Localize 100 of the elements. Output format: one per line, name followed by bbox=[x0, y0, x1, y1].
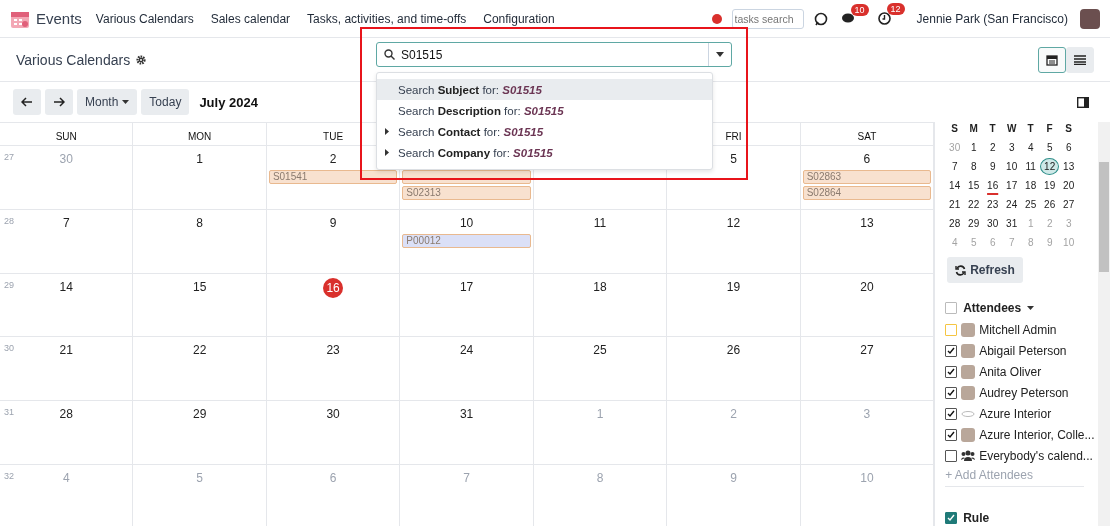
mini-day[interactable]: 2 bbox=[983, 139, 1003, 156]
mini-day[interactable]: 8 bbox=[964, 158, 984, 175]
previous-button[interactable] bbox=[13, 89, 41, 115]
attendee-name[interactable]: Azure Interior, Colle... bbox=[979, 427, 1095, 442]
checkbox[interactable] bbox=[945, 365, 958, 378]
tasks-search-field[interactable]: tasks search bbox=[731, 8, 804, 29]
caret-icon[interactable] bbox=[716, 52, 724, 57]
day-number[interactable]: 7 bbox=[62, 213, 70, 232]
mini-day[interactable]: 3 bbox=[1002, 139, 1022, 156]
day-number[interactable]: 24 bbox=[459, 341, 474, 360]
mini-day[interactable]: 15 bbox=[964, 177, 984, 194]
gear-icon[interactable] bbox=[136, 54, 147, 65]
menu-item[interactable]: Sales calendar bbox=[210, 11, 291, 26]
filter-title[interactable]: Rule bbox=[963, 511, 990, 525]
mini-day[interactable]: 4 bbox=[1021, 139, 1041, 156]
day-number[interactable]: 16 bbox=[323, 277, 344, 298]
mini-day[interactable]: 20 bbox=[1059, 177, 1079, 194]
attendee-name[interactable]: Audrey Peterson bbox=[979, 385, 1069, 400]
checkbox[interactable] bbox=[945, 407, 958, 420]
day-number[interactable]: 23 bbox=[326, 341, 340, 360]
search-suggestion[interactable]: Search Company for: S01515 bbox=[377, 142, 712, 163]
mini-day[interactable]: 1 bbox=[964, 139, 984, 156]
search-suggestion[interactable]: Search Subject for: S01515 bbox=[377, 79, 712, 100]
day-number[interactable]: 10 bbox=[459, 213, 474, 232]
checkbox[interactable] bbox=[945, 302, 958, 314]
menu-item[interactable]: Tasks, activities, and time-offs bbox=[307, 11, 467, 26]
list-view-button[interactable] bbox=[1066, 46, 1094, 73]
attendee-name[interactable]: Everybody's calend... bbox=[979, 448, 1093, 463]
mini-day[interactable]: 13 bbox=[1059, 158, 1079, 175]
attendee-name[interactable]: Abigail Peterson bbox=[979, 343, 1067, 358]
mini-day[interactable]: 25 bbox=[1021, 196, 1041, 213]
mini-day[interactable]: 30 bbox=[983, 215, 1003, 232]
expand-caret-icon[interactable] bbox=[385, 128, 389, 135]
checkbox[interactable] bbox=[945, 449, 958, 462]
day-number[interactable]: 27 bbox=[860, 341, 874, 360]
clock-icon[interactable] bbox=[877, 12, 891, 25]
expand-caret-icon[interactable] bbox=[385, 149, 389, 156]
mini-day[interactable]: 31 bbox=[1002, 215, 1022, 232]
day-number[interactable]: 18 bbox=[593, 277, 607, 296]
mini-day[interactable]: 22 bbox=[964, 196, 984, 213]
search-suggestion[interactable]: Search Contact for: S01515 bbox=[377, 121, 712, 142]
day-number[interactable]: 5 bbox=[730, 150, 737, 168]
day-number[interactable]: 22 bbox=[193, 341, 207, 360]
day-number[interactable]: 6 bbox=[863, 150, 871, 168]
attendee-name[interactable]: Anita Oliver bbox=[979, 364, 1042, 379]
mini-day[interactable]: 26 bbox=[1040, 196, 1060, 213]
day-number[interactable]: 17 bbox=[459, 277, 474, 296]
scale-dropdown[interactable]: Month bbox=[77, 89, 138, 115]
chat-bubble-icon[interactable] bbox=[813, 11, 828, 26]
mini-day[interactable]: 24 bbox=[1002, 196, 1022, 213]
mini-day[interactable]: 12 bbox=[1040, 158, 1060, 175]
mini-day[interactable]: 10 bbox=[1002, 158, 1022, 175]
mini-day[interactable]: 9 bbox=[983, 158, 1003, 175]
today-button[interactable]: Today bbox=[141, 89, 190, 115]
mini-day[interactable]: 5 bbox=[1040, 139, 1060, 156]
day-number[interactable]: 21 bbox=[59, 341, 73, 360]
mini-day[interactable]: 16 bbox=[983, 177, 1003, 194]
mini-day[interactable]: 21 bbox=[945, 196, 965, 213]
checkbox[interactable] bbox=[945, 428, 958, 441]
mini-day[interactable]: 27 bbox=[1059, 196, 1079, 213]
checkbox[interactable] bbox=[945, 344, 958, 357]
calendar-view-button[interactable] bbox=[1038, 46, 1066, 73]
mini-day[interactable]: 7 bbox=[945, 158, 965, 175]
filter-title[interactable]: Attendees bbox=[963, 301, 1022, 315]
day-number[interactable]: 2 bbox=[329, 150, 337, 168]
menu-item[interactable]: Various Calendars bbox=[95, 11, 194, 26]
search-suggestion[interactable]: Search Description for: S01515 bbox=[377, 100, 712, 121]
next-button[interactable] bbox=[45, 89, 73, 115]
mini-day[interactable]: 11 bbox=[1021, 158, 1041, 175]
refresh-button[interactable]: Refresh bbox=[947, 257, 1023, 283]
scrollbar[interactable] bbox=[1098, 122, 1110, 526]
checkbox[interactable] bbox=[945, 512, 958, 524]
day-number[interactable]: 28 bbox=[59, 405, 73, 424]
search-field[interactable]: S01515 bbox=[376, 42, 732, 67]
mini-day[interactable]: 18 bbox=[1021, 177, 1041, 194]
day-number[interactable]: 1 bbox=[196, 150, 203, 168]
mini-day[interactable]: 23 bbox=[983, 196, 1003, 213]
caret-icon[interactable] bbox=[1027, 306, 1035, 310]
user-name[interactable]: Jennie Park (San Francisco) bbox=[916, 11, 1068, 26]
mini-day[interactable]: 28 bbox=[945, 215, 965, 232]
menu-item[interactable]: Configuration bbox=[483, 11, 555, 26]
day-number[interactable]: 26 bbox=[726, 341, 741, 360]
mini-day[interactable]: 17 bbox=[1002, 177, 1022, 194]
day-number[interactable]: 13 bbox=[860, 213, 874, 232]
mini-day[interactable]: 29 bbox=[964, 215, 984, 232]
day-number[interactable]: 19 bbox=[726, 277, 741, 296]
app-name[interactable]: Events bbox=[36, 10, 82, 27]
attendee-name[interactable]: Azure Interior bbox=[979, 406, 1052, 421]
mini-day[interactable]: 19 bbox=[1040, 177, 1060, 194]
day-number[interactable]: 12 bbox=[726, 213, 741, 232]
sidebar-toggle-icon[interactable] bbox=[1077, 96, 1089, 108]
day-number[interactable]: 20 bbox=[860, 277, 874, 296]
day-number[interactable]: 15 bbox=[193, 277, 207, 296]
day-number[interactable]: 30 bbox=[326, 405, 340, 424]
attendee-name[interactable]: Mitchell Admin bbox=[979, 322, 1057, 337]
day-number[interactable]: 11 bbox=[593, 213, 607, 232]
mini-day[interactable]: 6 bbox=[1059, 139, 1079, 156]
day-number[interactable]: 14 bbox=[59, 277, 73, 296]
day-number[interactable]: 31 bbox=[459, 405, 474, 424]
day-number[interactable]: 8 bbox=[196, 213, 203, 232]
